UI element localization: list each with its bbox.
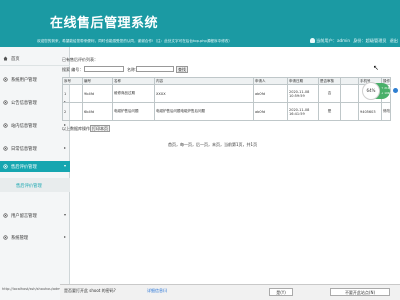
col-header: 申请人 xyxy=(253,77,288,85)
name-search-input[interactable] xyxy=(136,66,174,72)
chevron-down-icon: ▾ xyxy=(63,212,66,217)
network-dot-icon xyxy=(393,88,398,93)
sidebar: 首页 系统用户管理 ▸ 公告信息管理 ▸ 站内信息管理 ▸ 日常信息管理 ▸ 售… xyxy=(0,47,70,300)
cell-no: 1 xyxy=(62,84,83,103)
sidebar-item-home[interactable]: 首页 xyxy=(0,53,70,64)
sidebar-item-label: 首页 xyxy=(11,57,20,62)
sidebar-item-label: 公告信息管理 xyxy=(11,101,37,106)
batch-label: 以上数据库操作: xyxy=(62,126,92,131)
section-title: 已有售后评价列表： xyxy=(62,57,98,62)
cell-applicant: ab0fd xyxy=(253,102,288,121)
role-text: 身份：超级管理员 xyxy=(353,38,387,43)
search-row: 搜索 编号： xyxy=(62,67,83,73)
cell-content: XXXX xyxy=(154,84,254,103)
cell-phone: 9405603 xyxy=(358,102,382,121)
col-header: 序号 xyxy=(62,77,83,85)
current-user: admin xyxy=(336,38,351,43)
gear-icon xyxy=(3,213,8,218)
cell-approved: 否 xyxy=(318,84,341,103)
table-header-row: 序号 编号 名称 内容 申请人 申请日期 是否审核 手机号 操作 xyxy=(62,77,391,85)
sidebar-item-label: 用户留言管理 xyxy=(11,214,37,219)
mouse-cursor-icon: ↖ xyxy=(373,64,379,72)
pagination[interactable]: 首页，每一页，后一页，末页，当前第1页，共1页 xyxy=(168,142,257,148)
results-table: 序号 编号 名称 内容 申请人 申请日期 是否审核 手机号 操作 1 9b4fd… xyxy=(62,77,391,121)
sidebar-item-label: 系统用户管理 xyxy=(11,78,37,83)
yes-button[interactable]: 是(Y) xyxy=(269,288,293,296)
download-speed: ↓ 19K/s xyxy=(381,91,393,95)
col-header: 申请日期 xyxy=(287,77,319,85)
sidebar-subitem-label: 售后评价管理 xyxy=(16,184,42,189)
id-label: 编号： xyxy=(71,67,84,72)
cell-id: 9b4fd xyxy=(82,84,113,103)
col-header: 编号 xyxy=(82,77,113,85)
cell-approved: 是 xyxy=(318,102,341,121)
top-header: 在线售后管理系统 欢迎您的到来，希望能给您带来便利，同时也能感受您的认同，谢谢合… xyxy=(0,0,400,47)
id-search-input[interactable] xyxy=(84,66,124,72)
cell-name: 电磁炉售后问题 xyxy=(112,102,155,121)
details-link[interactable]: 详细信息(i) xyxy=(147,288,167,294)
gear-icon xyxy=(3,235,8,240)
upload-speed: ↑ 21K/s xyxy=(381,86,393,90)
cell-date: 2020-11-08 10:59:59 xyxy=(287,84,319,103)
chevron-down-icon: ▾ xyxy=(63,163,66,168)
col-header: 名称 xyxy=(112,77,155,85)
network-percent[interactable]: 64% xyxy=(362,82,380,100)
chevron-right-icon: ▸ xyxy=(63,145,66,150)
print-button[interactable]: 打印本页 xyxy=(90,125,110,132)
sidebar-item-after-sales[interactable]: 售后评价管理 ▾ xyxy=(0,161,70,172)
sidebar-item-feedback[interactable]: 用户留言管理 ▾ xyxy=(0,210,70,221)
cell-id: 6b4fd xyxy=(82,102,113,121)
cell-extra xyxy=(340,84,359,103)
user-icon xyxy=(310,38,315,43)
gear-icon xyxy=(3,100,8,105)
never-button[interactable]: 不要开此站点(N) xyxy=(330,288,390,296)
password-notification: 是否要打开此 shoot 的密码? 详细信息(i) 是(Y) 不要开此站点(N)… xyxy=(60,284,400,300)
current-user-label: 当前用户： xyxy=(316,38,337,43)
sidebar-item-users[interactable]: 系统用户管理 ▸ xyxy=(0,74,70,85)
sidebar-item-label: 站内信息管理 xyxy=(11,124,37,129)
gear-icon xyxy=(3,146,8,151)
table-row: 2 6b4fd 电磁炉售后问题 电磁炉售后问题电磁炉售后问题 ab0fd 202… xyxy=(62,102,391,121)
cell-extra xyxy=(340,102,359,121)
search-button[interactable]: 查找 xyxy=(176,66,188,73)
cell-applicant: ab0fd xyxy=(253,84,288,103)
user-area: 当前用户：admin 身份：超级管理员 退出 xyxy=(310,38,398,44)
sidebar-item-messages[interactable]: 站内信息管理 ▸ xyxy=(0,120,70,131)
app-title: 在线售后管理系统 xyxy=(50,16,159,31)
gear-icon xyxy=(3,164,8,169)
gear-icon xyxy=(3,77,8,82)
search-label: 搜索 xyxy=(62,67,70,72)
cell-date: 2020-11-08 16:41:59 xyxy=(287,102,319,121)
cell-content: 电磁炉售后问题电磁炉售后问题 xyxy=(154,102,254,121)
status-url: http://localhost/ssh/shouhou/admin/... xyxy=(2,287,69,291)
cell-ops[interactable]: 修改 删除 xyxy=(381,102,391,121)
col-header: 是否审核 xyxy=(318,77,341,85)
notification-text: 是否要打开此 shoot 的密码? xyxy=(64,288,116,293)
gear-icon xyxy=(3,123,8,128)
chevron-right-icon: ▸ xyxy=(63,234,66,239)
col-header: 内容 xyxy=(154,77,254,85)
sidebar-item-label: 系统管理 xyxy=(11,236,29,241)
sidebar-item-daily[interactable]: 日常信息管理 ▸ xyxy=(0,143,70,154)
col-header xyxy=(340,77,359,85)
sidebar-item-label: 售后评价管理 xyxy=(11,165,37,170)
sidebar-subitem-after-sales[interactable]: 售后评价管理 xyxy=(0,178,70,192)
table-row: 1 9b4fd 维修商品过期 XXXX ab0fd 2020-11-08 10:… xyxy=(62,84,391,103)
sidebar-item-label: 日常信息管理 xyxy=(11,147,37,152)
logout-link[interactable]: 退出 xyxy=(390,38,398,43)
sidebar-item-notice[interactable]: 公告信息管理 ▸ xyxy=(0,97,70,108)
cell-no: 2 xyxy=(62,102,83,121)
home-icon xyxy=(3,56,8,61)
sidebar-item-system[interactable]: 系统管理 ▸ xyxy=(0,232,70,243)
welcome-text: 欢迎您的到来，希望能给您带来便利，同时也能感受您的认同，谢谢合作!（注：此处文字… xyxy=(37,39,232,43)
cell-name: 维修商品过期 xyxy=(112,84,155,103)
